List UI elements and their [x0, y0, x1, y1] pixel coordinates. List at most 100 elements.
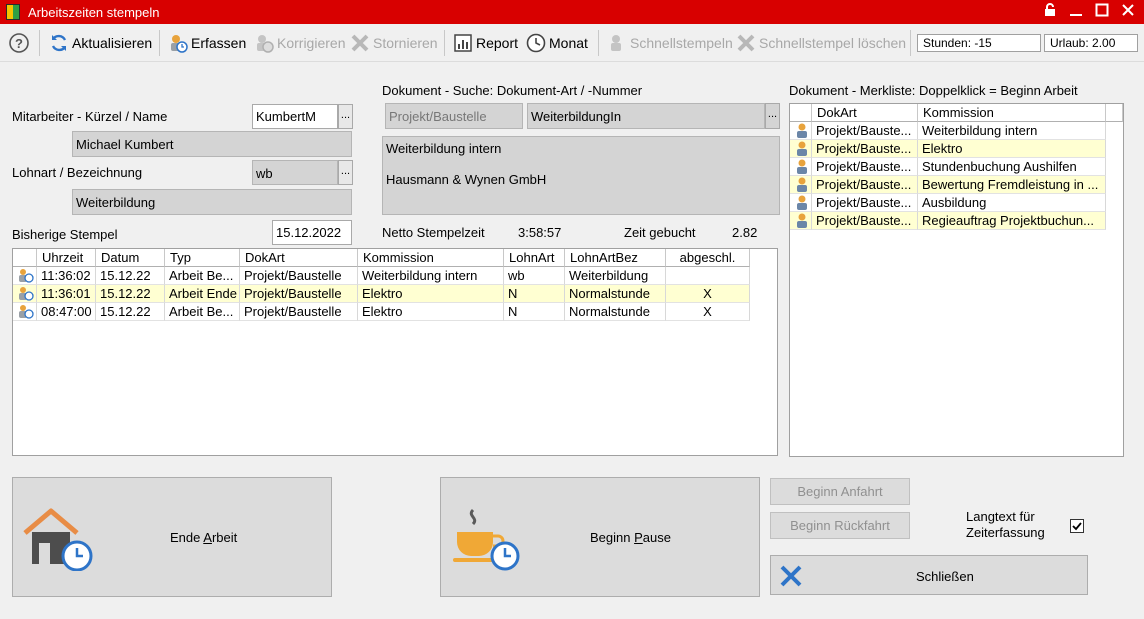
longtext-checkbox[interactable] — [1070, 519, 1084, 533]
column-header[interactable]: abgeschl. — [666, 249, 750, 267]
stamps-date-input[interactable]: 15.12.2022 — [272, 220, 352, 245]
wage-lookup-button[interactable]: ... — [338, 160, 353, 185]
table-cell: Normalstunde — [565, 285, 666, 303]
cancel-button[interactable]: Stornieren — [350, 31, 438, 55]
column-header[interactable]: DokArt — [240, 249, 358, 267]
pause-label-part: ause — [642, 530, 671, 545]
employee-code-input[interactable]: KumbertM — [252, 104, 338, 129]
list-item[interactable]: Projekt/Bauste... Ausbildung — [790, 194, 1123, 212]
table-cell: Projekt/Baustelle — [240, 303, 358, 321]
doc-type-field[interactable]: Projekt/Baustelle — [385, 103, 523, 129]
delete-x-icon — [737, 34, 755, 52]
toolbar-separator — [39, 30, 40, 56]
month-button[interactable]: Monat — [526, 31, 588, 55]
worker-row-icon — [790, 140, 812, 158]
table-cell: 11:36:02 — [37, 267, 96, 285]
doc-description-box: Weiterbildung intern Hausmann & Wynen Gm… — [382, 136, 780, 215]
help-button[interactable]: ? — [9, 31, 29, 55]
doc-description-line2: Hausmann & Wynen GmbH — [386, 172, 547, 187]
table-cell: N — [504, 303, 565, 321]
minimize-button[interactable] — [1066, 2, 1086, 22]
quickstamp-delete-button[interactable]: Schnellstempel löschen — [736, 31, 906, 55]
toolbar-separator — [159, 30, 160, 56]
report-label: Report — [476, 35, 519, 51]
column-header[interactable]: Kommission — [358, 249, 504, 267]
report-icon — [454, 34, 472, 52]
help-icon: ? — [9, 33, 29, 53]
close-label: Schließen — [916, 569, 974, 584]
checkmark-icon — [1072, 522, 1082, 531]
correct-button[interactable]: Korrigieren — [254, 31, 345, 55]
table-cell: wb — [504, 267, 565, 285]
table-cell: Arbeit Be... — [165, 303, 240, 321]
report-button[interactable]: Report — [453, 31, 518, 55]
capture-label: Erfassen — [191, 35, 247, 51]
end-work-button[interactable]: Ende Arbeit — [12, 477, 332, 597]
worker-row-icon — [790, 194, 812, 212]
wage-code-input[interactable]: wb — [252, 160, 338, 185]
worker-row-icon — [790, 176, 812, 194]
maximize-button[interactable] — [1092, 2, 1112, 22]
quickstamp-label: Schnellstempeln — [630, 35, 733, 51]
list-item[interactable]: Projekt/Bauste... Weiterbildung intern — [790, 122, 1123, 140]
table-cell: X — [666, 303, 750, 321]
svg-text:?: ? — [15, 36, 23, 51]
employee-label: Mitarbeiter - Kürzel / Name — [12, 109, 168, 124]
table-row[interactable]: 08:47:00 15.12.22 Arbeit Be... Projekt/Baus… — [13, 303, 750, 321]
begin-pause-button[interactable]: Beginn Pause — [440, 477, 760, 597]
begin-arrival-button[interactable]: Beginn Anfahrt — [770, 478, 910, 505]
table-row[interactable]: 11:36:01 15.12.22 Arbeit Ende Projekt/Baust… — [13, 285, 750, 303]
correct-label: Korrigieren — [277, 35, 346, 51]
column-header[interactable]: Uhrzeit — [37, 249, 96, 267]
end-work-accelerator: A — [203, 530, 212, 545]
doc-number-field[interactable]: WeiterbildungIn — [527, 103, 765, 129]
wage-name-field: Weiterbildung — [72, 189, 352, 215]
close-x-icon — [780, 565, 802, 587]
doc-description-line1: Weiterbildung intern — [386, 141, 502, 156]
month-label: Monat — [549, 35, 588, 51]
column-header[interactable]: Datum — [96, 249, 165, 267]
list-item[interactable]: Projekt/Bauste... Bewertung Fremdleistung… — [790, 176, 1123, 194]
table-cell: Weiterbildung intern — [918, 122, 1106, 140]
table-cell: Regieauftrag Projektbuchun... — [918, 212, 1106, 230]
stamps-label: Bisherige Stempel — [12, 227, 118, 242]
refresh-button[interactable]: Aktualisieren — [49, 31, 152, 55]
pause-label-part: Beginn — [590, 530, 635, 545]
column-header[interactable]: LohnArt — [504, 249, 565, 267]
list-item[interactable]: Projekt/Bauste... Regieauftrag Projektbuc… — [790, 212, 1123, 230]
table-cell: Elektro — [358, 303, 504, 321]
cancel-x-icon — [351, 34, 369, 52]
stamps-table[interactable]: Uhrzeit Datum Typ DokArt Kommission LohnArt Lo… — [12, 248, 778, 456]
table-cell: N — [504, 285, 565, 303]
booked-time-value: 2.82 — [732, 225, 758, 240]
close-window-button[interactable] — [1118, 2, 1138, 22]
watchlist-table[interactable]: DokArt Kommission Projekt/Bauste... Weiterb… — [789, 103, 1124, 457]
doc-lookup-button[interactable]: ... — [765, 103, 780, 129]
longtext-label: Langtext für Zeiterfassung — [966, 509, 1045, 540]
table-cell: 15.12.22 — [96, 267, 165, 285]
toolbar-separator — [598, 30, 599, 56]
home-clock-icon — [23, 508, 93, 571]
employee-lookup-button[interactable]: ... — [338, 104, 353, 129]
stamp-row-icon — [13, 303, 37, 321]
table-cell: Stundenbuchung Aushilfen — [918, 158, 1106, 176]
column-header[interactable]: LohnArtBez — [565, 249, 666, 267]
begin-return-button[interactable]: Beginn Rückfahrt — [770, 512, 910, 539]
worker-row-icon — [790, 122, 812, 140]
hours-status: Stunden: -15 — [917, 34, 1041, 52]
lock-icon[interactable] — [1040, 2, 1060, 22]
close-button[interactable]: Schließen — [770, 555, 1088, 595]
column-header-icon[interactable] — [790, 104, 812, 122]
table-cell: 08:47:00 — [37, 303, 96, 321]
net-time-value: 3:58:57 — [518, 225, 562, 240]
worker-clock-icon — [171, 35, 188, 53]
list-item[interactable]: Projekt/Bauste... Elektro — [790, 140, 1123, 158]
capture-button[interactable]: Erfassen — [168, 31, 246, 55]
column-header[interactable]: DokArt — [812, 104, 918, 122]
column-header[interactable]: Typ — [165, 249, 240, 267]
list-item[interactable]: Projekt/Bauste... Stundenbuchung Aushilfe… — [790, 158, 1123, 176]
column-header-icon[interactable] — [13, 249, 37, 267]
quickstamp-button[interactable]: Schnellstempeln — [607, 31, 733, 55]
column-header[interactable]: Kommission — [918, 104, 1106, 122]
table-row[interactable]: 11:36:02 15.12.22 Arbeit Be... Projekt/Baus… — [13, 267, 750, 285]
